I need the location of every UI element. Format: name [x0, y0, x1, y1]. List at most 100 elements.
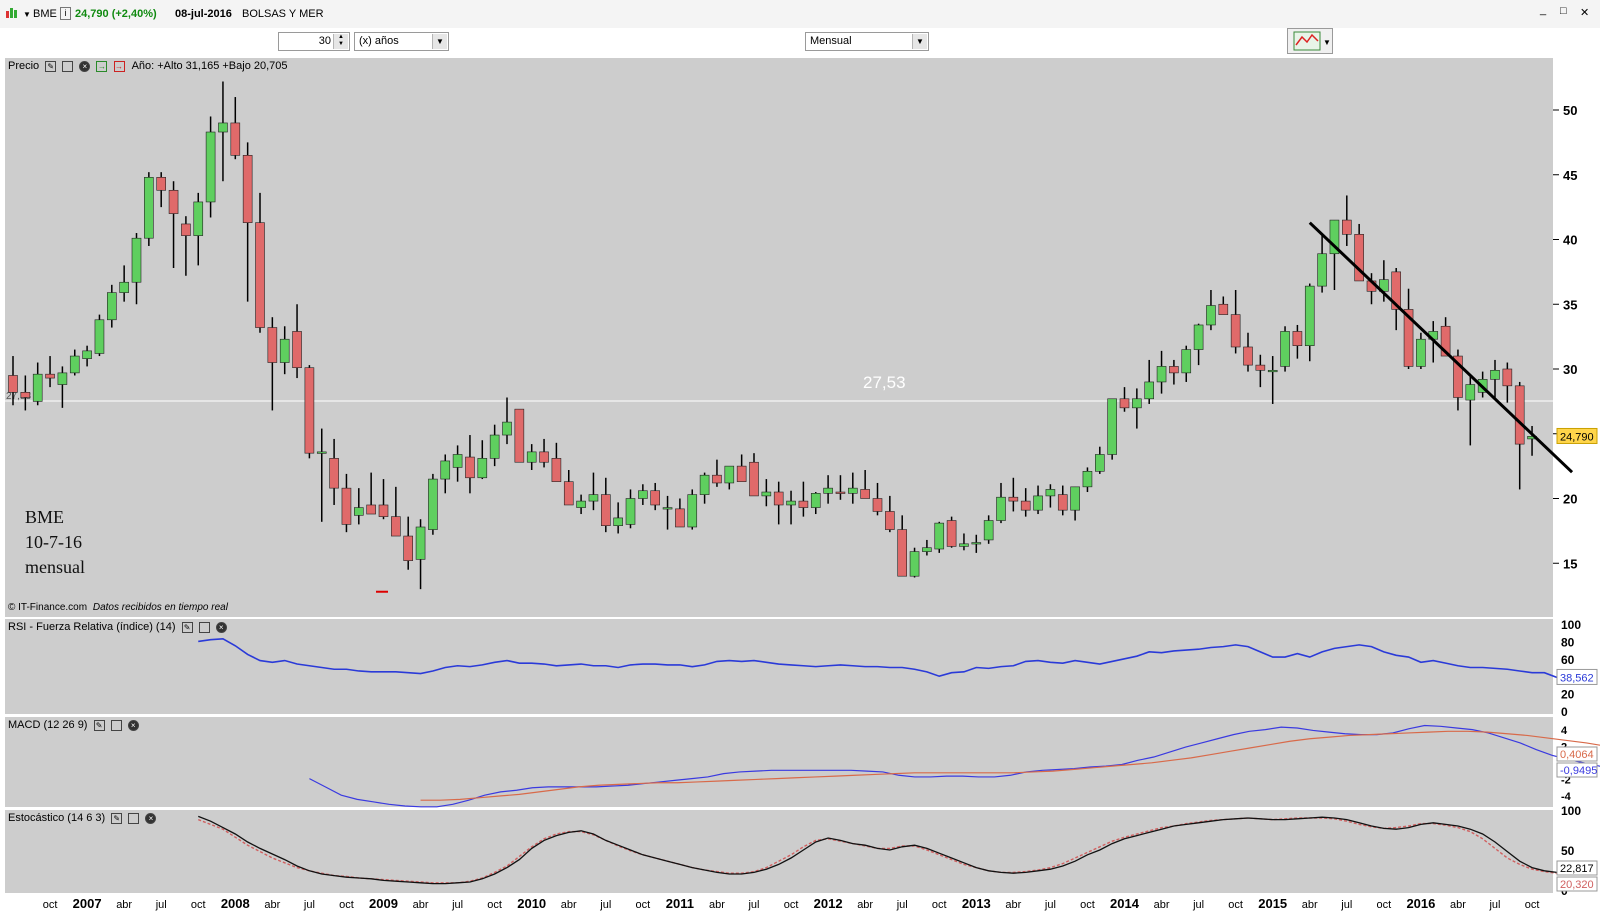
close-icon[interactable]: ×: [145, 812, 157, 824]
candle-body: [959, 543, 969, 547]
close-icon[interactable]: ×: [215, 621, 227, 633]
rsi-axis-label: 0: [1561, 705, 1568, 719]
stoch-panel-header: Estocástico (14 6 3) ✎ ×: [8, 812, 157, 824]
candle-body: [897, 529, 908, 577]
candle-body: [205, 131, 216, 203]
candle-body: [823, 487, 833, 494]
candle-body: [1490, 369, 1500, 380]
x-axis-label: abr: [264, 899, 280, 911]
candle-body: [1267, 369, 1278, 373]
x-axis-label: oct: [1525, 899, 1540, 911]
macd-axis-label: 4: [1561, 725, 1568, 737]
wrench-icon[interactable]: ✎: [111, 812, 123, 824]
candle-body: [761, 491, 772, 497]
x-axis-label: oct: [1377, 899, 1392, 911]
rsi-axis-label: 100: [1561, 618, 1581, 632]
candle-body: [1342, 219, 1352, 235]
x-axis-label: abr: [1005, 899, 1021, 911]
window-icon[interactable]: [198, 621, 210, 633]
x-axis-label: oct: [1080, 899, 1095, 911]
candle-body: [193, 201, 204, 236]
candle-body: [304, 367, 315, 454]
candle-body: [749, 461, 759, 497]
annotation-line: mensual: [25, 557, 85, 577]
wrench-icon[interactable]: ✎: [45, 60, 57, 72]
candle-body: [1230, 314, 1241, 348]
last-price-tag: 24,790: [1560, 431, 1594, 443]
candle-body: [946, 520, 957, 547]
stoch-d-line: [197, 817, 1594, 884]
wrench-icon[interactable]: ✎: [93, 719, 105, 731]
x-axis-label: oct: [191, 899, 206, 911]
stoch-panel-label: Estocástico (14 6 3): [8, 812, 106, 824]
x-axis-label: jul: [451, 899, 463, 911]
candle-body: [1416, 338, 1426, 367]
window-icon[interactable]: [128, 812, 140, 824]
window-icon[interactable]: [110, 719, 122, 731]
x-axis-label: abr: [1154, 899, 1170, 911]
candle-body: [1280, 331, 1290, 367]
price-axis-label: 15: [1563, 556, 1577, 571]
x-axis-label: 2010: [517, 896, 546, 911]
price-axis-label: 30: [1563, 362, 1577, 377]
candle-body: [563, 481, 574, 506]
stoch-k-tag: 22,817: [1560, 863, 1594, 875]
rsi-panel-header: RSI - Fuerza Relativa (índice) (14) ✎ ×: [8, 621, 227, 633]
candle-body: [872, 498, 883, 512]
annotation-line: 10-7-16: [25, 532, 82, 552]
candle-body: [847, 487, 858, 494]
candle-body: [489, 434, 500, 459]
candle-body: [514, 408, 525, 463]
candle-body: [1181, 349, 1192, 374]
candle-body: [242, 155, 253, 223]
candle-body: [971, 542, 982, 545]
rsi-value-tag: 38,562: [1560, 672, 1594, 684]
candle-body: [588, 494, 599, 502]
candle-body: [1057, 494, 1068, 511]
macd-panel-header: MACD (12 26 9) ✎ ×: [8, 719, 139, 731]
export-icon[interactable]: →: [96, 60, 108, 72]
candle-body: [94, 319, 105, 354]
chart-annotation: BME 10-7-16 mensual: [25, 505, 85, 580]
price-panel-label: Precio: [8, 60, 40, 72]
candle-body: [860, 489, 870, 499]
candle-body: [391, 516, 401, 537]
candle-body: [403, 535, 414, 561]
rsi-line: [198, 637, 1558, 679]
candle-body: [107, 292, 117, 321]
window-icon[interactable]: [62, 60, 74, 72]
candle-body: [600, 494, 611, 526]
candle-body: [613, 517, 623, 526]
candle-body: [662, 507, 673, 510]
close-icon[interactable]: ×: [79, 60, 91, 72]
candle-body: [687, 494, 698, 528]
candle-body: [551, 458, 562, 482]
candle-body: [69, 355, 80, 374]
candle-body: [576, 500, 586, 508]
wrench-icon[interactable]: ✎: [181, 621, 193, 633]
candle-body: [316, 451, 327, 454]
macd-value-tag: -0,9495: [1560, 765, 1597, 777]
candle-body: [1169, 366, 1179, 374]
candle-body: [1070, 486, 1080, 511]
candle-body: [983, 520, 994, 541]
candle-body: [539, 451, 549, 463]
x-axis-label: jul: [747, 899, 759, 911]
chart-canvas: 504540353025201527,5324,7901008060402003…: [5, 81, 1600, 911]
x-axis-label: jul: [303, 899, 315, 911]
macd-signal-tag: 0,4064: [1560, 749, 1594, 761]
candle-body: [1132, 398, 1142, 409]
candle-body: [156, 177, 166, 191]
candle-body: [45, 373, 55, 379]
candle-body: [131, 237, 142, 283]
candle-body: [1292, 331, 1303, 346]
candle-body: [1502, 368, 1513, 387]
price-panel-header: Precio ✎ × → → Año: +Alto 31,165 +Bajo 2…: [8, 60, 288, 72]
credit-note: Datos recibidos en tiempo real: [92, 602, 228, 613]
candle-body: [699, 474, 710, 495]
candle-body: [1008, 496, 1019, 502]
close-icon[interactable]: ×: [127, 719, 139, 731]
x-axis-label: 2013: [962, 896, 991, 911]
delete-icon[interactable]: →: [113, 60, 125, 72]
price-axis-label: 35: [1563, 297, 1577, 312]
